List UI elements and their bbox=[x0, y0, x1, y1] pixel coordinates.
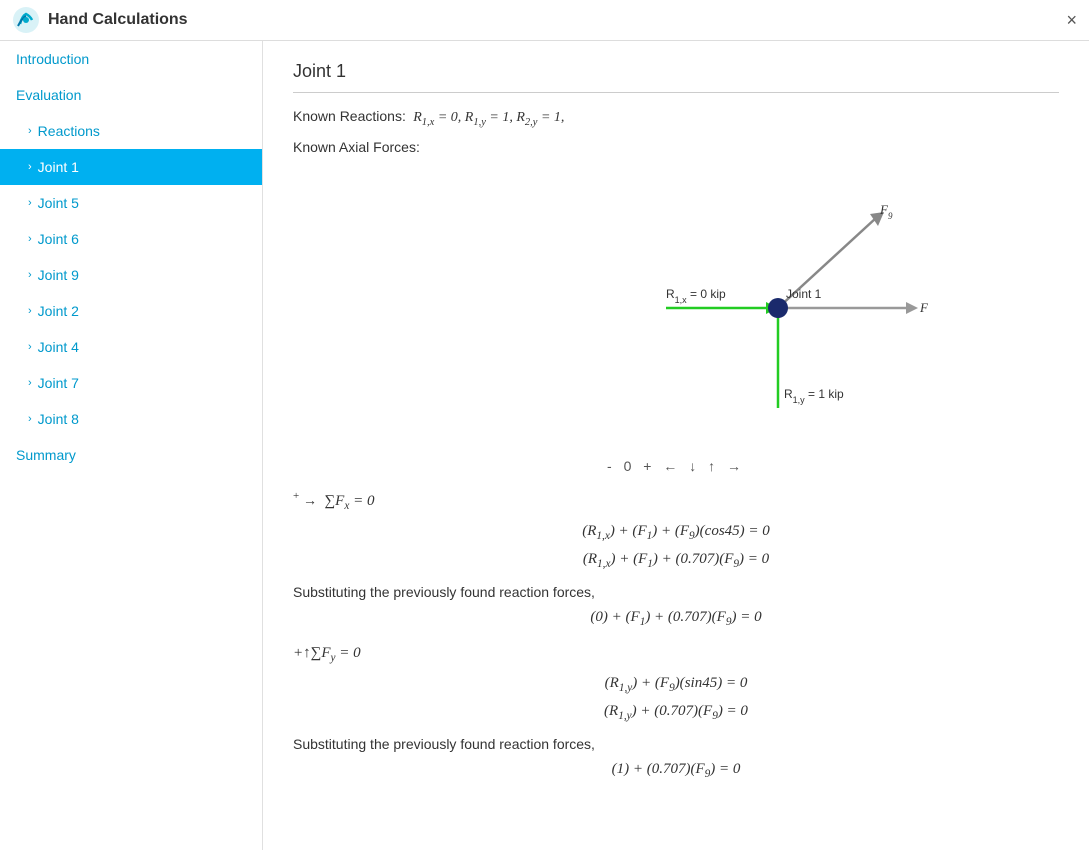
chevron-reactions: › bbox=[28, 125, 32, 137]
substituting-text-1: Substituting the previously found reacti… bbox=[293, 584, 1059, 600]
sidebar-item-joint7[interactable]: › Joint 7 bbox=[0, 365, 262, 401]
summary-label: Summary bbox=[16, 447, 76, 463]
known-axial-forces-line: Known Axial Forces: bbox=[293, 136, 1059, 158]
title-bar-left: Hand Calculations bbox=[12, 6, 188, 34]
eq-fy-1: (R1,y) + (F9)(sin45) = 0 bbox=[293, 674, 1059, 694]
sidebar-item-joint5[interactable]: › Joint 5 bbox=[0, 185, 262, 221]
close-button[interactable]: × bbox=[1066, 11, 1077, 29]
chevron-joint5: › bbox=[28, 197, 32, 209]
known-reactions-formula: R1,x = 0, R1,y = 1, R2,y = 1, bbox=[410, 110, 565, 125]
sum-fy-header: +↑∑Fy = 0 bbox=[293, 644, 1059, 664]
chevron-joint9: › bbox=[28, 269, 32, 281]
equation-toolbar: - 0 + ← ↓ ↑ → bbox=[293, 458, 1059, 474]
joint6-label: Joint 6 bbox=[38, 231, 79, 247]
skyciv-logo bbox=[12, 6, 40, 34]
joint1-label: Joint 1 bbox=[38, 159, 79, 175]
sidebar-item-joint1[interactable]: › Joint 1 bbox=[0, 149, 262, 185]
evaluation-label: Evaluation bbox=[16, 87, 81, 103]
section-title: Joint 1 bbox=[293, 61, 1059, 93]
known-axial-label: Known Axial Forces: bbox=[293, 139, 420, 155]
sidebar-item-joint9[interactable]: › Joint 9 bbox=[0, 257, 262, 293]
title-bar: Hand Calculations × bbox=[0, 0, 1089, 41]
sidebar-item-introduction[interactable]: Introduction bbox=[0, 41, 262, 77]
sidebar-item-reactions[interactable]: › Reactions bbox=[0, 113, 262, 149]
chevron-joint4: › bbox=[28, 341, 32, 353]
sidebar-item-evaluation[interactable]: Evaluation bbox=[0, 77, 262, 113]
sidebar-item-joint6[interactable]: › Joint 6 bbox=[0, 221, 262, 257]
eq-fx-1: (R1,x) + (F1) + (F9)(cos45) = 0 bbox=[293, 522, 1059, 542]
known-reactions-label: Known Reactions: bbox=[293, 108, 406, 124]
chevron-joint2: › bbox=[28, 305, 32, 317]
eq-fy-2: (R1,y) + (0.707)(F9) = 0 bbox=[293, 702, 1059, 722]
chevron-joint8: › bbox=[28, 413, 32, 425]
sum-fx-header: + → ∑Fx = 0 bbox=[293, 490, 1059, 512]
known-reactions-line: Known Reactions: R1,x = 0, R1,y = 1, R2,… bbox=[293, 105, 1059, 132]
eq-fx-2: (R1,x) + (F1) + (0.707)(F9) = 0 bbox=[293, 550, 1059, 570]
joint-diagram: R1,x = 0 kip Joint 1 F F9 R1,y = 1 kip bbox=[293, 178, 1059, 438]
eq-fy-3: (1) + (0.707)(F9) = 0 bbox=[293, 760, 1059, 780]
joint7-label: Joint 7 bbox=[38, 375, 79, 391]
chevron-joint1: › bbox=[28, 161, 32, 173]
svg-text:R1,y = 1 kip: R1,y = 1 kip bbox=[784, 387, 844, 405]
diagram-container: R1,x = 0 kip Joint 1 F F9 R1,y = 1 kip bbox=[293, 178, 1059, 438]
sidebar: Introduction Evaluation › Reactions › Jo… bbox=[0, 41, 263, 850]
content-area: Joint 1 Known Reactions: R1,x = 0, R1,y … bbox=[263, 41, 1089, 850]
reactions-label: Reactions bbox=[38, 123, 100, 139]
svg-text:Joint 1: Joint 1 bbox=[786, 287, 822, 301]
joint9-label: Joint 9 bbox=[38, 267, 79, 283]
chevron-joint7: › bbox=[28, 377, 32, 389]
joint4-label: Joint 4 bbox=[38, 339, 79, 355]
sidebar-item-joint8[interactable]: › Joint 8 bbox=[0, 401, 262, 437]
joint8-label: Joint 8 bbox=[38, 411, 79, 427]
substituting-text-2: Substituting the previously found reacti… bbox=[293, 736, 1059, 752]
joint2-label: Joint 2 bbox=[38, 303, 79, 319]
joint5-label: Joint 5 bbox=[38, 195, 79, 211]
sidebar-item-summary[interactable]: Summary bbox=[0, 437, 262, 473]
svg-text:R1,x = 0 kip: R1,x = 0 kip bbox=[666, 287, 726, 305]
introduction-label: Introduction bbox=[16, 51, 89, 67]
sidebar-item-joint2[interactable]: › Joint 2 bbox=[0, 293, 262, 329]
eq-fx-3: (0) + (F1) + (0.707)(F9) = 0 bbox=[293, 608, 1059, 628]
sidebar-item-joint4[interactable]: › Joint 4 bbox=[0, 329, 262, 365]
svg-text:F: F bbox=[919, 300, 929, 315]
app-title: Hand Calculations bbox=[48, 11, 188, 29]
main-layout: Introduction Evaluation › Reactions › Jo… bbox=[0, 41, 1089, 850]
chevron-joint6: › bbox=[28, 233, 32, 245]
